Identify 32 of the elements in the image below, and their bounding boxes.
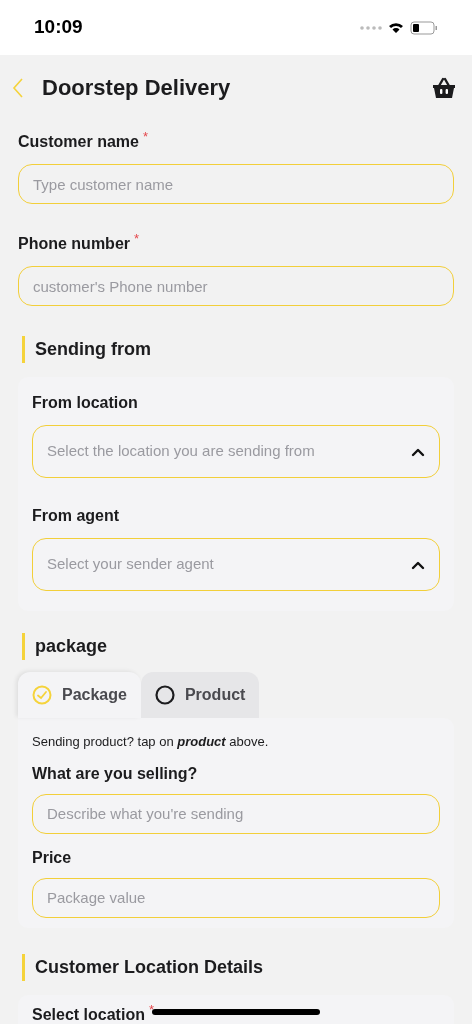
basket-button[interactable] <box>432 76 456 99</box>
check-circle-icon <box>32 685 52 705</box>
section-title: Customer Location Details <box>35 955 264 979</box>
field-label: Select location <box>32 1004 145 1024</box>
signal-icon <box>360 25 382 30</box>
field-label: Price <box>32 847 72 868</box>
chevron-up-icon <box>411 559 425 570</box>
wifi-icon <box>388 21 404 34</box>
input-field[interactable]: Package value <box>32 877 440 918</box>
section-title: package <box>35 635 108 658</box>
hint-text: Sending product? tap on product above. <box>32 733 270 751</box>
field-label: Phone number <box>18 234 130 254</box>
page-title: Doorstep Delivery <box>42 74 232 102</box>
tab[interactable]: Product <box>140 672 260 718</box>
back-icon <box>12 76 24 99</box>
status-time: 10:09 <box>34 15 83 40</box>
field-label: From location <box>32 393 138 413</box>
input-field[interactable]: customer's Phone number <box>18 266 454 306</box>
field-label: Customer name <box>18 132 139 152</box>
field-label: What are you selling? <box>32 763 198 784</box>
circle-icon <box>154 685 175 705</box>
battery-icon <box>410 20 438 35</box>
required-mark: * <box>134 232 140 245</box>
required-mark: * <box>148 1002 154 1016</box>
input-field[interactable]: Describe what you're sending <box>32 793 440 834</box>
basket-icon <box>432 76 456 99</box>
required-mark: * <box>142 130 148 143</box>
section-title: Sending from <box>35 338 151 361</box>
field-label: From agent <box>32 506 120 526</box>
input-field[interactable]: Type customer name <box>18 164 454 204</box>
tab[interactable]: Package <box>18 672 141 718</box>
chevron-up-icon <box>411 446 425 457</box>
